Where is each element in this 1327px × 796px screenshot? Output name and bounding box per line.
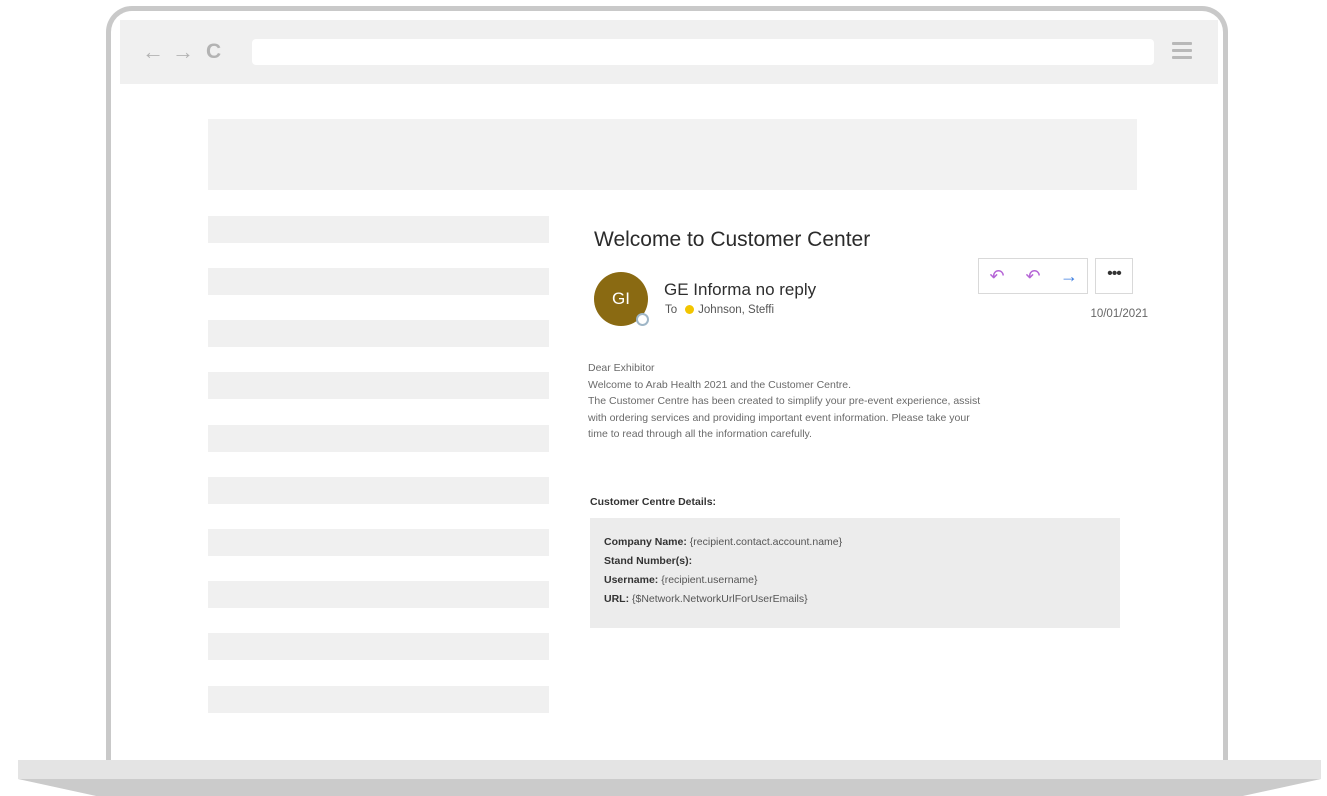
detail-value: {recipient.contact.account.name} — [686, 536, 843, 548]
email-subject: Welcome to Customer Center — [594, 228, 871, 251]
detail-value[interactable]: {$Network.NetworkUrlForUserEmails} — [629, 593, 808, 605]
inbox-list-item[interactable] — [208, 425, 549, 452]
inbox-list-item[interactable] — [208, 633, 549, 660]
inbox-list-item[interactable] — [208, 581, 549, 608]
inbox-list-item[interactable] — [208, 477, 549, 504]
more-actions-button[interactable]: ••• — [1095, 258, 1133, 294]
laptop-base-edge — [18, 779, 1321, 796]
inbox-list-item[interactable] — [208, 268, 549, 295]
to-label: To — [665, 304, 678, 316]
email-body-line: The Customer Centre has been created to … — [588, 395, 981, 407]
reload-icon[interactable]: C — [206, 40, 221, 64]
recipient-status-dot-icon — [685, 305, 695, 315]
email-reading-pane: Welcome to Customer Center GI GE Informa… — [588, 216, 1148, 636]
email-body-line: Welcome to Arab Health 2021 and the Cust… — [588, 378, 852, 391]
header-banner-placeholder — [208, 119, 1137, 190]
detail-value: {recipient.username} — [658, 574, 758, 586]
inbox-list-item[interactable] — [208, 372, 549, 399]
inbox-list-item[interactable] — [208, 686, 549, 713]
forward-button[interactable]: → — [1051, 259, 1087, 293]
inbox-list-item[interactable] — [208, 529, 549, 556]
forward-arrow-icon[interactable]: → — [172, 40, 194, 64]
laptop-base — [18, 760, 1321, 779]
sender-name[interactable]: GE Informa no reply — [664, 280, 816, 300]
message-actions: ↶ ↶ → ••• — [978, 258, 1133, 294]
email-body-line: with ordering services and providing imp… — [588, 411, 970, 424]
address-bar[interactable] — [252, 39, 1154, 65]
reply-actions-group: ↶ ↶ → — [978, 258, 1088, 294]
detail-label: URL: — [604, 593, 630, 605]
presence-status-icon — [636, 313, 649, 326]
detail-row-company: Company Name: {recipient.contact.account… — [604, 536, 842, 548]
inbox-list-item[interactable] — [208, 216, 549, 243]
details-box: Company Name: {recipient.contact.account… — [590, 518, 1120, 628]
reply-button[interactable]: ↶ — [979, 259, 1015, 293]
browser-window: ← → C Welcome to Customer Center GI GE I… — [120, 20, 1218, 755]
browser-toolbar: ← → C — [120, 20, 1218, 84]
detail-label: Username: — [604, 574, 659, 586]
email-date: 10/01/2021 — [1090, 308, 1148, 320]
details-heading: Customer Centre Details: — [590, 496, 717, 508]
inbox-list-item[interactable] — [208, 320, 549, 347]
detail-row-url: URL: {$Network.NetworkUrlForUserEmails} — [604, 593, 808, 605]
hamburger-menu-icon[interactable] — [1172, 42, 1192, 63]
detail-label: Company Name: — [604, 536, 687, 548]
detail-row-stand: Stand Number(s): — [604, 555, 692, 567]
email-body: Dear Exhibitor Welcome to Arab Health 20… — [588, 360, 1128, 443]
detail-label: Stand Number(s): — [604, 555, 693, 567]
recipient-name[interactable]: Johnson, Steffi — [698, 304, 774, 316]
reply-all-button[interactable]: ↶ — [1015, 259, 1051, 293]
back-arrow-icon[interactable]: ← — [142, 40, 164, 64]
email-greeting: Dear Exhibitor — [588, 362, 655, 374]
email-body-line: time to read through all the information… — [588, 428, 812, 440]
detail-row-username: Username: {recipient.username} — [604, 574, 758, 586]
recipient-line: To Johnson, Steffi — [665, 304, 774, 316]
